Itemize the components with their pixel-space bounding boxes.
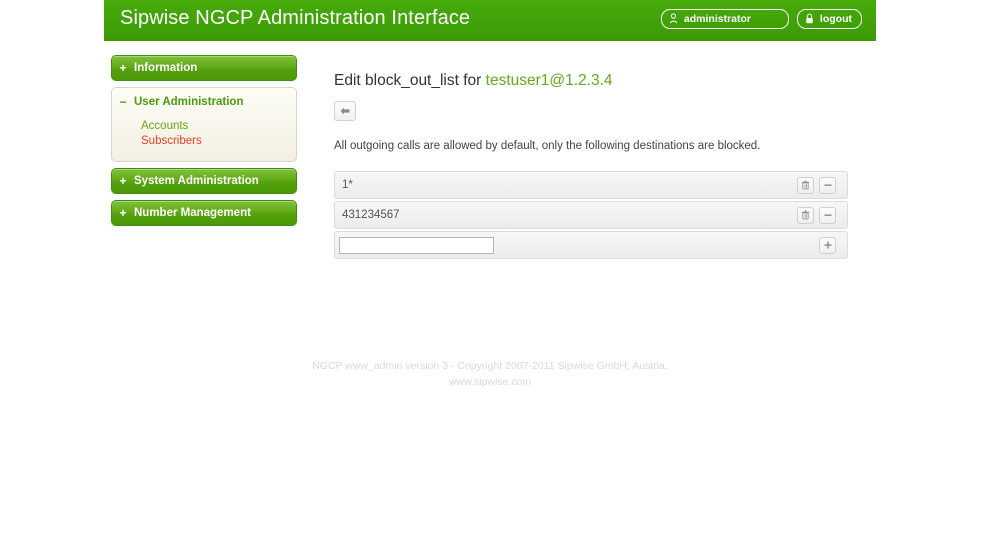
current-user-button[interactable]: administrator: [660, 9, 789, 29]
sidebar-subitem-subscribers[interactable]: Subscribers: [141, 134, 296, 149]
main-content: Edit block_out_list for testuser1@1.2.3.…: [334, 72, 874, 261]
back-button[interactable]: [334, 101, 356, 121]
sidebar-header-number-management[interactable]: + Number Management: [111, 200, 297, 226]
footer-website: www.sipwise.com: [448, 376, 532, 388]
new-entry-input[interactable]: [339, 236, 494, 254]
plus-icon: [823, 238, 833, 253]
page-title-prefix: Edit block_out_list for: [334, 72, 482, 89]
new-entry-actions: [819, 236, 847, 254]
page-title-subscriber: testuser1@1.2.3.4: [485, 72, 613, 89]
app-title: Sipwise NGCP Administration Interface: [120, 7, 471, 29]
logout-label: logout: [819, 12, 852, 25]
sidebar-item-number-management[interactable]: + Number Management: [111, 200, 297, 226]
row-value: 431234567: [342, 209, 400, 221]
block-list: 1* 431234567: [334, 171, 848, 259]
minus-icon: [823, 178, 833, 193]
user-icon: [669, 13, 678, 24]
sidebar-label-system-administration: System Administration: [134, 175, 259, 187]
expand-plus-icon: +: [119, 61, 127, 75]
collapse-minus-icon: −: [119, 95, 127, 109]
sidebar-subitem-accounts[interactable]: Accounts: [141, 119, 296, 134]
sidebar-subitems: Accounts Subscribers: [112, 116, 296, 149]
sidebar-item-user-administration[interactable]: − User Administration Accounts Subscribe…: [111, 87, 297, 162]
sidebar-label-information: Information: [134, 62, 198, 74]
footer: NGCP www_admin version 3 - Copyright 200…: [104, 358, 876, 390]
table-row[interactable]: 431234567: [334, 201, 848, 229]
app-header: Sipwise NGCP Administration Interface ad…: [104, 0, 876, 41]
hint-text: All outgoing calls are allowed by defaul…: [334, 140, 761, 152]
page-title: Edit block_out_list for testuser1@1.2.3.…: [334, 72, 874, 90]
sidebar-item-information[interactable]: + Information: [111, 55, 297, 81]
trash-icon: [801, 208, 810, 223]
expand-plus-icon: +: [119, 174, 127, 188]
arrow-left-icon: [339, 104, 351, 119]
new-entry-input-wrap: [335, 236, 819, 254]
current-user-label: administrator: [683, 12, 752, 25]
header-actions: administrator logout: [660, 9, 862, 29]
lock-icon: [805, 13, 814, 24]
row-actions: [797, 206, 847, 224]
add-row-button[interactable]: [819, 236, 836, 254]
trash-icon: [801, 178, 810, 193]
remove-row-button[interactable]: [819, 206, 836, 224]
sidebar-label-number-management: Number Management: [134, 207, 251, 219]
remove-row-button[interactable]: [819, 176, 836, 194]
sidebar-header-system-administration[interactable]: + System Administration: [111, 168, 297, 194]
sidebar-label-user-administration: User Administration: [134, 96, 244, 108]
delete-row-button[interactable]: [797, 176, 814, 194]
delete-row-button[interactable]: [797, 206, 814, 224]
sidebar-header-information[interactable]: + Information: [111, 55, 297, 81]
footer-copyright: NGCP www_admin version 3 - Copyright 200…: [312, 360, 668, 372]
table-row[interactable]: 1*: [334, 171, 848, 199]
sidebar-header-user-administration[interactable]: − User Administration: [112, 88, 296, 116]
row-actions: [797, 176, 847, 194]
minus-icon: [823, 208, 833, 223]
logout-button[interactable]: logout: [796, 9, 862, 29]
row-value: 1*: [342, 179, 353, 191]
new-entry-row[interactable]: [334, 231, 848, 259]
expand-plus-icon: +: [119, 206, 127, 220]
sidebar: + Information − User Administration Acco…: [111, 55, 297, 232]
sidebar-item-system-administration[interactable]: + System Administration: [111, 168, 297, 194]
